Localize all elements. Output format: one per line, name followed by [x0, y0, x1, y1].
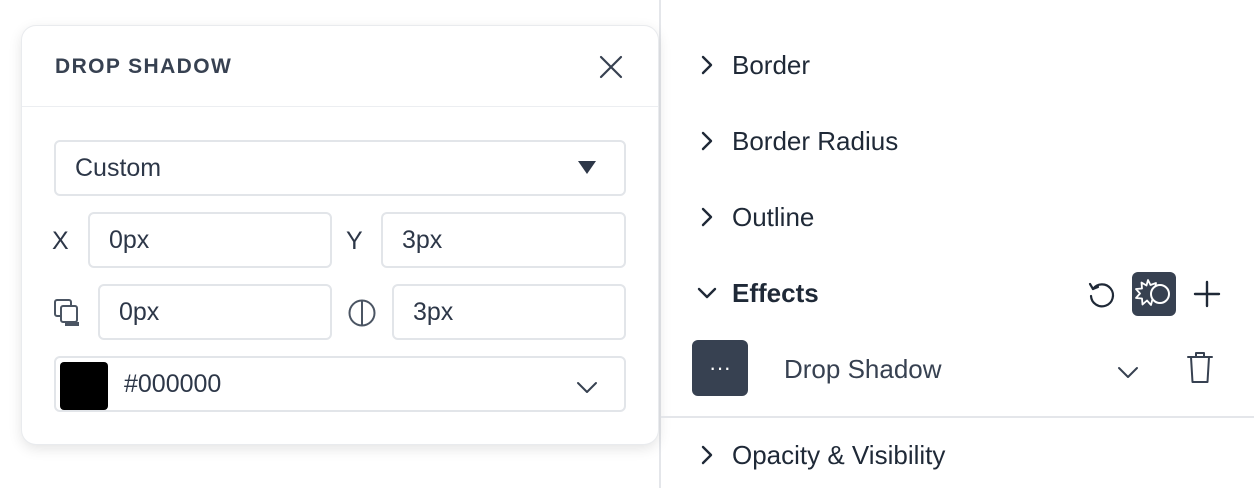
chevron-right-icon — [701, 207, 713, 227]
close-button[interactable] — [596, 52, 626, 82]
section-border[interactable]: Border — [696, 45, 810, 85]
spread-value: 0px — [119, 297, 160, 326]
spread-input[interactable]: 0px — [98, 284, 332, 340]
chevron-right-icon — [701, 131, 713, 151]
chevron-down-icon — [1118, 367, 1138, 378]
popover-header: DROP SHADOW — [22, 26, 658, 107]
x-offset-input[interactable]: 0px — [88, 212, 332, 268]
section-outline[interactable]: Outline — [696, 197, 814, 237]
reset-icon — [1088, 282, 1115, 308]
shadow-color-picker[interactable]: #000000 — [54, 356, 626, 412]
effect-name[interactable]: Drop Shadow — [784, 354, 942, 385]
chevron-down-icon — [577, 382, 597, 393]
color-value: #000000 — [124, 370, 222, 398]
section-divider — [661, 416, 1254, 418]
color-swatch[interactable] — [60, 362, 108, 410]
chevron-right-icon — [701, 445, 713, 465]
chevron-right-icon — [701, 55, 713, 75]
y-label: Y — [346, 227, 363, 255]
gear-icon — [1135, 279, 1170, 306]
shadow-spread-icon — [54, 299, 79, 326]
plus-icon — [1193, 280, 1221, 308]
blur-value: 3px — [413, 297, 454, 326]
panel-divider — [659, 0, 661, 488]
x-offset-value: 0px — [109, 225, 150, 254]
effects-settings-button[interactable] — [1132, 272, 1176, 316]
y-offset-value: 3px — [402, 225, 443, 254]
preset-value: Custom — [75, 153, 162, 182]
reset-effects-button[interactable] — [1084, 277, 1118, 311]
drop-shadow-popover: DROP SHADOW Custom X 0px Y 3px 0px 3px #… — [22, 26, 658, 444]
blur-input[interactable]: 3px — [392, 284, 626, 340]
y-offset-input[interactable]: 3px — [381, 212, 626, 268]
section-border-label: Border — [732, 49, 811, 80]
section-border-radius[interactable]: Border Radius — [696, 121, 898, 161]
section-effects[interactable]: Effects — [696, 273, 819, 313]
section-border-radius-label: Border Radius — [732, 125, 899, 156]
section-opacity-visibility[interactable]: Opacity & Visibility — [696, 435, 945, 475]
trash-icon — [1187, 352, 1213, 383]
add-effect-button[interactable] — [1190, 277, 1224, 311]
delete-effect-button[interactable] — [1184, 350, 1216, 386]
chevron-down-icon — [697, 287, 717, 299]
effect-expand-button[interactable] — [1114, 358, 1142, 386]
x-label: X — [52, 227, 69, 255]
close-icon — [599, 55, 623, 79]
effect-options-button[interactable]: ··· — [692, 340, 748, 396]
section-outline-label: Outline — [732, 201, 815, 232]
shadow-preset-select[interactable]: Custom — [54, 140, 626, 196]
section-effects-label: Effects — [732, 277, 819, 308]
caret-down-icon — [578, 161, 596, 174]
popover-title: DROP SHADOW — [55, 55, 233, 78]
blur-icon — [348, 299, 376, 327]
section-opacity-label: Opacity & Visibility — [732, 439, 946, 470]
